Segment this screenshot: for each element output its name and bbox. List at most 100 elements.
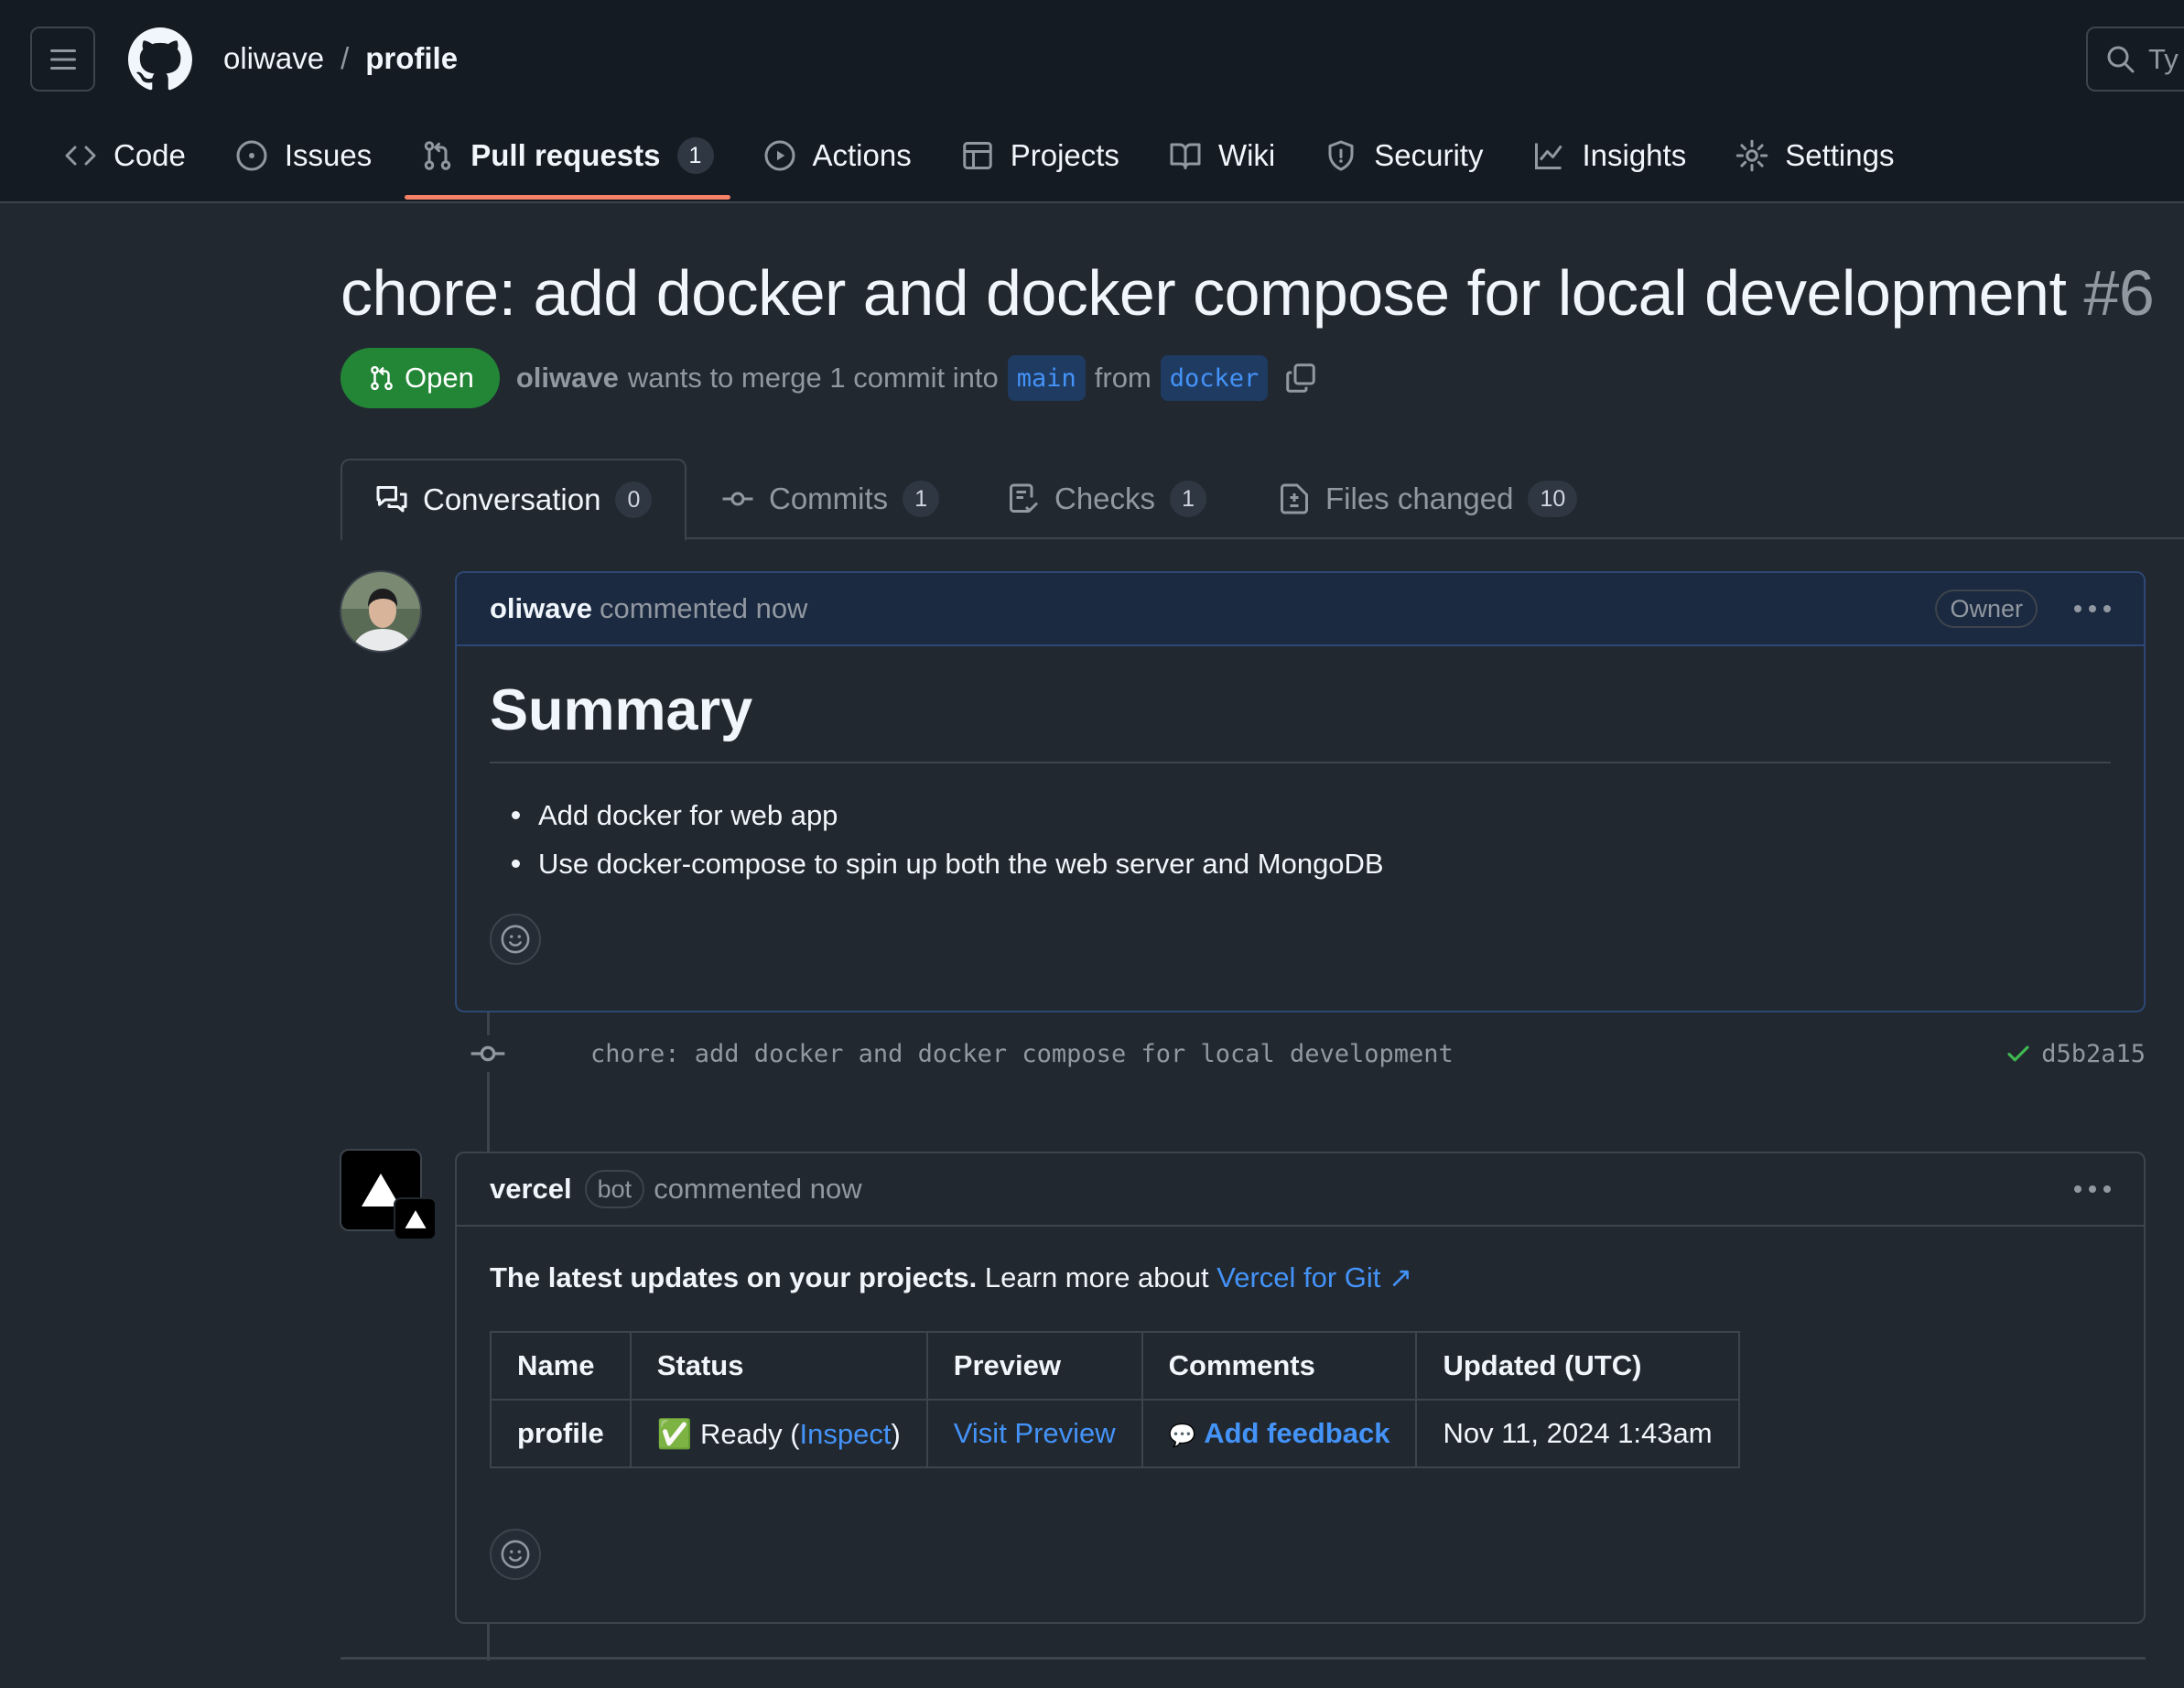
updated-cell: Nov 11, 2024 1:43am: [1415, 1399, 1740, 1468]
comment-time[interactable]: commented now: [654, 1173, 861, 1206]
comment-card: oliwave commented now Owner Summary Add …: [455, 571, 2146, 1012]
breadcrumb-owner-link[interactable]: oliwave: [223, 41, 324, 76]
tab-pull-requests-label: Pull requests: [470, 138, 661, 172]
git-commit-icon: [470, 1035, 506, 1072]
check-icon[interactable]: [2005, 1040, 2032, 1067]
commit-sha-link[interactable]: d5b2a15: [2041, 1040, 2146, 1068]
tab-security-label: Security: [1374, 138, 1484, 172]
avatar[interactable]: [340, 570, 422, 653]
more-options-button[interactable]: [2074, 600, 2111, 618]
vercel-for-git-link[interactable]: Vercel for Git ↗: [1216, 1261, 1412, 1293]
status-badge-label: Open: [405, 362, 474, 394]
commit-message-link[interactable]: chore: add docker and docker compose for…: [590, 1040, 1454, 1068]
preview-cell: Visit Preview: [925, 1399, 1143, 1468]
pr-meta: Open oliwave wants to merge 1 commit int…: [341, 348, 1317, 408]
status-close: ): [891, 1417, 901, 1450]
owner-badge: Owner: [1935, 590, 2038, 628]
column-header: Name: [490, 1331, 632, 1401]
tab-conversation[interactable]: Conversation 0: [341, 459, 687, 541]
tab-actions-label: Actions: [812, 138, 912, 172]
commit-sha: d5b2a15: [2005, 1040, 2146, 1068]
comment-author-link[interactable]: vercel: [490, 1173, 572, 1206]
comment-header: oliwave commented now Owner: [457, 573, 2144, 646]
speech-bubble-emoji: 💬: [1168, 1423, 1196, 1448]
tab-commits-label: Commits: [769, 482, 889, 515]
checks-count-badge: 1: [1170, 481, 1207, 517]
repo-nav: Code Issues Pull requests 1 Actions Proj…: [0, 117, 2184, 201]
tab-security[interactable]: Security: [1306, 117, 1501, 194]
comment-bullet-list: Add docker for web app Use docker-compos…: [490, 791, 2111, 888]
list-item: Use docker-compose to spin up both the w…: [490, 839, 2111, 888]
tab-checks-label: Checks: [1054, 482, 1156, 515]
conversation-count-badge: 0: [615, 482, 653, 518]
tab-code-label: Code: [114, 138, 186, 172]
vercel-logo-icon: [404, 1209, 427, 1228]
github-logo-icon[interactable]: [128, 27, 192, 92]
tab-commits[interactable]: Commits 1: [721, 459, 940, 539]
pr-author-link[interactable]: oliwave: [516, 362, 619, 395]
breadcrumb-repo-link[interactable]: profile: [365, 41, 458, 76]
tab-insights[interactable]: Insights: [1514, 117, 1704, 194]
pull-request-icon: [425, 141, 451, 170]
comment-lead: The latest updates on your projects. Lea…: [490, 1261, 2111, 1294]
inspect-link[interactable]: Inspect: [800, 1418, 892, 1450]
commits-count-badge: 1: [903, 481, 940, 517]
page-title: chore: add docker and docker compose for…: [341, 256, 2184, 330]
column-header: Preview: [925, 1331, 1143, 1401]
smiley-icon: [501, 1540, 530, 1569]
tab-projects[interactable]: Projects: [943, 117, 1138, 194]
search-input[interactable]: Ty: [2086, 27, 2184, 92]
base-branch[interactable]: main: [1007, 355, 1086, 401]
comments-cell: 💬 Add feedback: [1141, 1399, 1418, 1468]
tab-settings[interactable]: Settings: [1717, 117, 1912, 194]
status-text: Ready (: [699, 1417, 800, 1450]
comment-time[interactable]: commented now: [600, 592, 807, 625]
more-options-button[interactable]: [2074, 1180, 2111, 1198]
project-name-cell: profile: [490, 1399, 632, 1468]
comment-body: Summary Add docker for web app Use docke…: [457, 646, 2144, 996]
tab-checks[interactable]: Checks 1: [1007, 459, 1207, 539]
search-icon: [2107, 46, 2135, 72]
breadcrumb: oliwave / profile: [223, 38, 458, 79]
visit-preview-link[interactable]: Visit Preview: [954, 1417, 1116, 1449]
copy-icon[interactable]: [1284, 362, 1317, 395]
git-commit-icon: [722, 492, 753, 506]
tab-code[interactable]: Code: [46, 117, 204, 194]
add-feedback-link[interactable]: Add feedback: [1204, 1417, 1389, 1449]
comment-heading: Summary: [490, 677, 2111, 763]
tab-wiki[interactable]: Wiki: [1151, 117, 1293, 194]
tab-issues[interactable]: Issues: [217, 117, 390, 194]
tab-settings-label: Settings: [1785, 138, 1895, 172]
tab-actions[interactable]: Actions: [745, 117, 930, 194]
app-header: oliwave / profile Ty Code Issues Pull re…: [0, 0, 2184, 203]
table-row: profile ✅ Ready (Inspect) Visit Preview …: [490, 1399, 1740, 1468]
tab-files-changed-label: Files changed: [1325, 482, 1514, 515]
pr-title-text: chore: add docker and docker compose for…: [341, 257, 2067, 329]
issue-opened-icon: [236, 140, 267, 171]
comment-discussion-icon: [376, 486, 407, 513]
tab-wiki-label: Wiki: [1217, 138, 1276, 172]
comment-body: The latest updates on your projects. Lea…: [457, 1227, 2144, 1611]
table-icon: [962, 142, 992, 169]
head-branch[interactable]: docker: [1160, 355, 1269, 401]
add-reaction-button[interactable]: [490, 914, 541, 965]
file-diff-icon: [1281, 483, 1308, 514]
graph-icon: [1535, 143, 1563, 169]
menu-button[interactable]: [30, 27, 95, 92]
tab-issues-label: Issues: [284, 138, 373, 172]
tab-files-changed[interactable]: Files changed 10: [1278, 459, 1578, 539]
add-reaction-button[interactable]: [490, 1529, 541, 1580]
tab-conversation-label: Conversation: [423, 482, 601, 516]
comment-author-link[interactable]: oliwave: [490, 592, 592, 625]
from-text: from: [1094, 362, 1151, 394]
status-cell: ✅ Ready (Inspect): [629, 1399, 928, 1468]
shield-icon: [1328, 140, 1354, 171]
lead-text: Learn more about: [984, 1261, 1209, 1293]
timeline-commit-row: chore: add docker and docker compose for…: [455, 1031, 2146, 1077]
pull-requests-count-badge: 1: [676, 137, 714, 174]
column-header: Updated (UTC): [1415, 1331, 1740, 1401]
tab-pull-requests[interactable]: Pull requests 1: [403, 117, 731, 200]
gear-icon: [1735, 139, 1768, 172]
deployment-table: Name Status Preview Comments Updated (UT…: [490, 1331, 1740, 1468]
status-badge: Open: [341, 348, 500, 408]
